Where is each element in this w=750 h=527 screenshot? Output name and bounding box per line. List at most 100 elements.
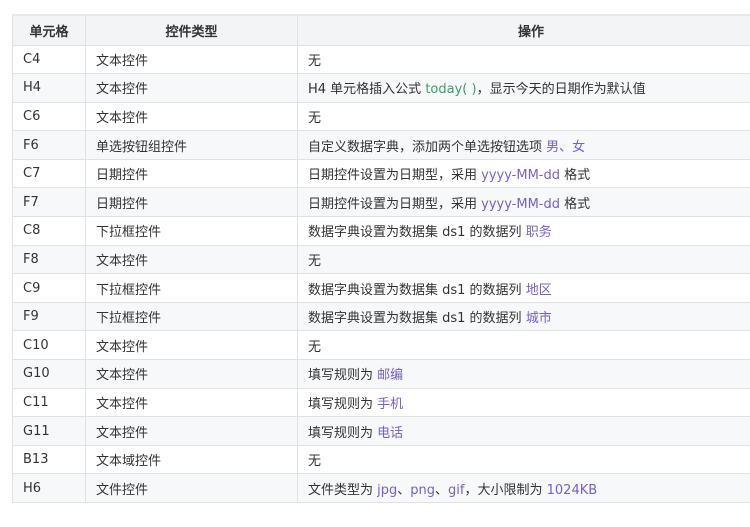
control-type: 文本控件: [85, 416, 298, 446]
operation-text: 日期控件设置为日期型，采用: [308, 196, 482, 212]
highlight-text: jpg: [377, 482, 398, 498]
operation: 数据字典设置为数据集 ds1 的数据列 职务: [297, 216, 750, 246]
operation-text: 填写规则为: [308, 368, 378, 384]
operation: 无: [297, 101, 750, 132]
header-control-type: 控件类型: [85, 14, 298, 46]
control-type: 单选按钮组控件: [85, 130, 298, 160]
table-row: C8 下拉框控件 数据字典设置为数据集 ds1 的数据列 职务: [12, 216, 750, 246]
cell-ref: C10: [12, 330, 86, 361]
operation-text: 文件类型为: [308, 482, 378, 498]
operation: 日期控件设置为日期型，采用 yyyy-MM-dd 格式: [297, 158, 750, 189]
operation-text: 无: [308, 454, 322, 470]
operation-text: 数据字典设置为数据集 ds1 的数据列: [308, 225, 526, 241]
cell-ref: F9: [12, 301, 86, 332]
table-row: C11 文本控件 填写规则为 手机: [12, 387, 750, 418]
operation: 无: [297, 330, 750, 361]
control-type: 文本控件: [85, 73, 298, 103]
table-row: H6 文件控件 文件类型为 jpg、png、gif，大小限制为 1024KB: [12, 473, 750, 503]
table-body: C4 文本控件无 H4 文本控件 H4 单元格插入公式 today( )，显示今天的日期…: [12, 44, 750, 503]
table-row: C6 文本控件无: [12, 101, 750, 132]
highlight-text: 职务: [525, 225, 552, 241]
control-type: 日期控件: [85, 187, 298, 218]
operation-text: H4 单元格插入公式: [308, 82, 426, 98]
table-row: C9 下拉框控件 数据字典设置为数据集 ds1 的数据列 地区: [12, 273, 750, 303]
cell-ref: G11: [12, 416, 86, 446]
highlight-text: 电话: [377, 425, 404, 441]
control-type: 日期控件: [85, 158, 298, 189]
table-row: G10 文本控件 填写规则为 邮编: [12, 359, 750, 389]
highlight-text: today( ): [425, 82, 477, 98]
highlight-text: 手机: [377, 396, 404, 412]
table-row: C4 文本控件无: [12, 44, 750, 75]
document-page: 单元格 控件类型 操作 C4 文本控件无 H4 文本控件 H4 单元格插入公式 toda…: [0, 0, 750, 527]
highlight-text: 男、女: [546, 139, 586, 155]
operation: 无: [297, 444, 750, 475]
operation-text: 自定义数据字典，添加两个单选按钮选项: [308, 139, 547, 155]
operation-text: 无: [308, 339, 322, 355]
table-row: C7 日期控件 日期控件设置为日期型，采用 yyyy-MM-dd 格式: [12, 158, 750, 189]
operation: H4 单元格插入公式 today( )，显示今天的日期作为默认值: [297, 73, 750, 103]
operation-text: 填写规则为: [308, 425, 378, 441]
cell-ref: F6: [12, 130, 86, 160]
table-row: F9 下拉框控件 数据字典设置为数据集 ds1 的数据列 城市: [12, 301, 750, 332]
header-operation: 操作: [297, 14, 750, 46]
header-cell: 单元格: [12, 14, 86, 46]
operation: 日期控件设置为日期型，采用 yyyy-MM-dd 格式: [297, 187, 750, 218]
highlight-text: 邮编: [377, 368, 404, 384]
operation: 数据字典设置为数据集 ds1 的数据列 城市: [297, 301, 750, 332]
operation: 无: [297, 244, 750, 275]
operation-text: 、: [435, 482, 449, 498]
cell-ref: B13: [12, 444, 86, 475]
control-type: 文本控件: [85, 101, 298, 132]
operation-text: 无: [308, 53, 322, 69]
operation: 填写规则为 电话: [297, 416, 750, 446]
highlight-text: gif: [448, 482, 465, 498]
control-type: 文件控件: [85, 473, 298, 503]
control-type: 文本控件: [85, 244, 298, 275]
operation-text: 格式: [560, 168, 591, 184]
table-header-row: 单元格 控件类型 操作: [12, 14, 750, 46]
highlight-text: 地区: [525, 282, 552, 298]
operation-text: 、: [397, 482, 411, 498]
operation: 无: [297, 44, 750, 75]
operation-text: 数据字典设置为数据集 ds1 的数据列: [308, 282, 526, 298]
highlight-text: png: [410, 482, 436, 498]
page-bottom: [0, 521, 750, 527]
cell-ref: F7: [12, 187, 86, 218]
cell-ref: C11: [12, 387, 86, 418]
operation-text: 无: [308, 253, 322, 269]
table-row: C10 文本控件无: [12, 330, 750, 361]
highlight-text: yyyy-MM-dd: [481, 196, 561, 212]
operation-text: 填写规则为: [308, 396, 378, 412]
operation: 文件类型为 jpg、png、gif，大小限制为 1024KB: [297, 473, 750, 503]
cell-ref: H6: [12, 473, 86, 503]
cell-ref: C4: [12, 44, 86, 75]
cell-ref: C9: [12, 273, 86, 303]
highlight-text: 1024KB: [546, 482, 598, 498]
operation-text: 格式: [560, 196, 591, 212]
cell-ref: C8: [12, 216, 86, 246]
control-type: 文本控件: [85, 387, 298, 418]
control-type: 文本域控件: [85, 444, 298, 475]
operation-text: 无: [308, 110, 322, 126]
operation-text: 日期控件设置为日期型，采用: [308, 168, 482, 184]
table-row: G11 文本控件 填写规则为 电话: [12, 416, 750, 446]
control-type: 下拉框控件: [85, 273, 298, 303]
control-type: 文本控件: [85, 44, 298, 75]
cell-ref: H4: [12, 73, 86, 103]
operation: 填写规则为 手机: [297, 387, 750, 418]
control-type: 下拉框控件: [85, 216, 298, 246]
highlight-text: 城市: [525, 311, 552, 327]
table-row: F6 单选按钮组控件 自定义数据字典，添加两个单选按钮选项 男、女: [12, 130, 750, 160]
control-type: 文本控件: [85, 359, 298, 389]
operation-text: ，显示今天的日期作为默认值: [476, 82, 646, 98]
cell-ref: C6: [12, 101, 86, 132]
control-config-table: 单元格 控件类型 操作 C4 文本控件无 H4 文本控件 H4 单元格插入公式 toda…: [12, 14, 750, 503]
cell-ref: F8: [12, 244, 86, 275]
table-row: H4 文本控件 H4 单元格插入公式 today( )，显示今天的日期作为默认值: [12, 73, 750, 103]
operation-text: ，大小限制为: [464, 482, 547, 498]
cell-ref: G10: [12, 359, 86, 389]
control-type: 文本控件: [85, 330, 298, 361]
operation: 数据字典设置为数据集 ds1 的数据列 地区: [297, 273, 750, 303]
table-row: F8 文本控件无: [12, 244, 750, 275]
